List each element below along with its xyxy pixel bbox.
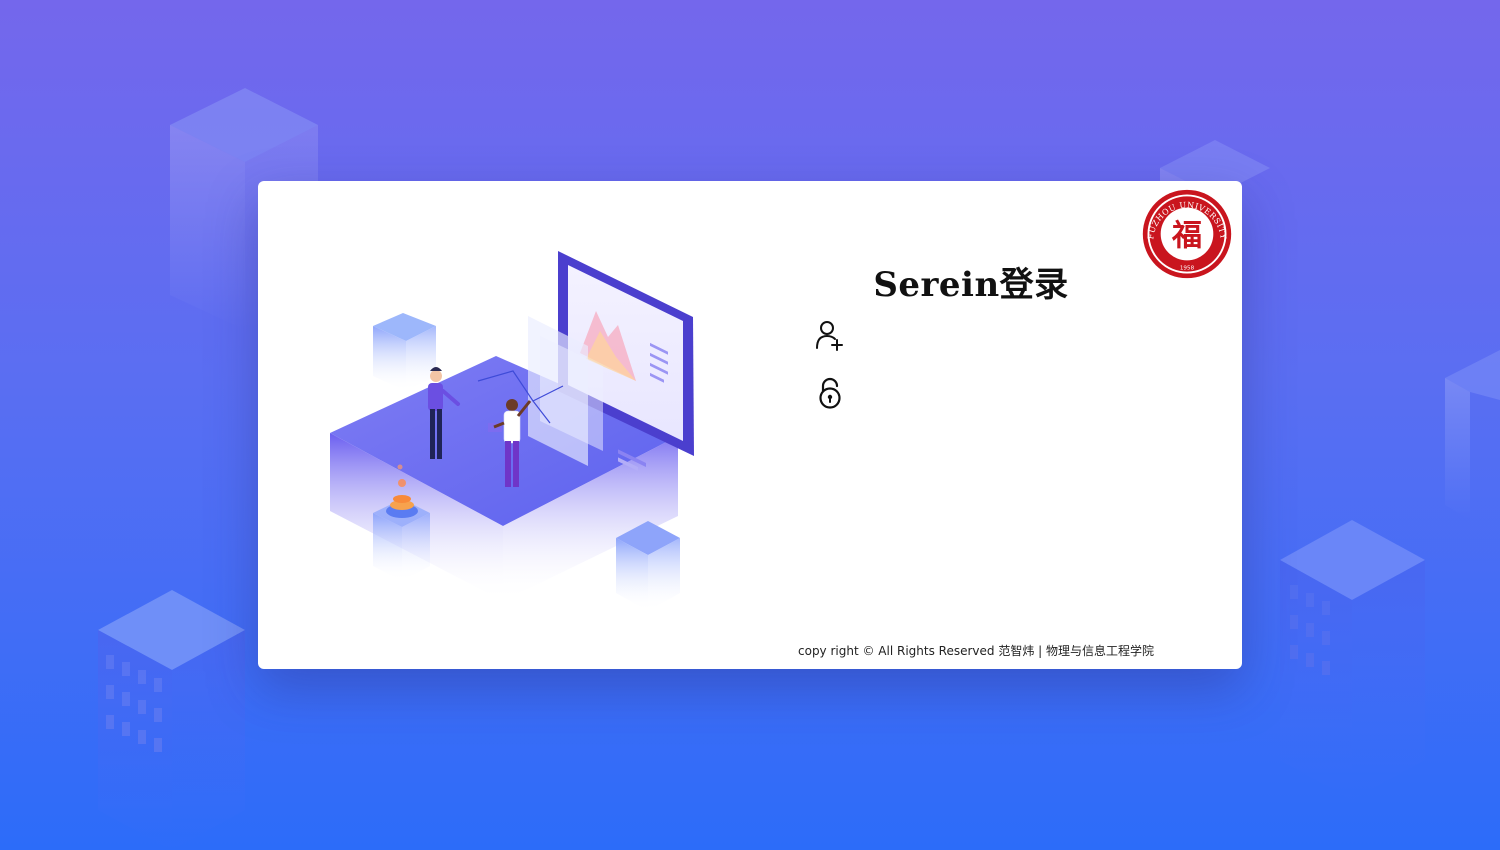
login-card: Serein登录 FUZHOU UNIVERSITY 福 1958 copy r… <box>258 181 1242 669</box>
data-analysis-illustration <box>330 251 694 611</box>
svg-text:1958: 1958 <box>1180 266 1195 272</box>
password-input[interactable] <box>856 377 1160 409</box>
lock-icon <box>819 377 841 409</box>
copyright-footer: copy right © All Rights Reserved 范智炜 | 物… <box>798 644 1154 658</box>
university-seal-logo: FUZHOU UNIVERSITY 福 1958 <box>1142 189 1232 279</box>
username-row <box>814 317 1174 353</box>
username-input[interactable] <box>856 319 1160 351</box>
login-title: Serein登录 <box>873 265 1069 305</box>
background-building <box>98 590 245 850</box>
background-building <box>1280 520 1425 800</box>
password-row <box>814 375 1174 411</box>
add-user-icon <box>816 321 843 351</box>
background-building <box>1445 350 1500 520</box>
svg-text:福: 福 <box>1171 218 1202 253</box>
